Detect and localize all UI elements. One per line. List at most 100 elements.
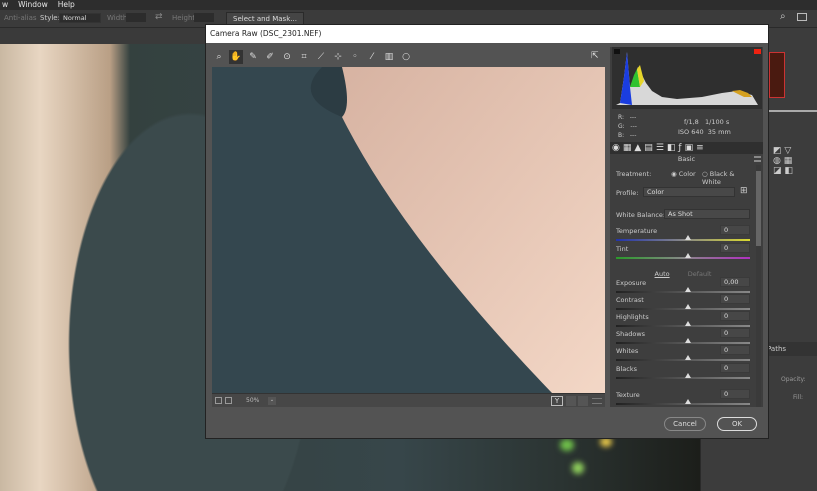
profile-browser-icon[interactable]: ⊞ xyxy=(740,186,748,196)
adjustments-icons[interactable]: ◩ ▽ ◍ ▦ ◪ ◧ xyxy=(773,146,793,176)
targeted-adjustment-icon[interactable]: ⊙ xyxy=(280,50,294,64)
swap-icon[interactable]: ⇄ xyxy=(155,12,163,22)
zoom-in-button[interactable] xyxy=(225,397,232,404)
shadow-clipping-icon[interactable] xyxy=(614,49,620,54)
adjustment-brush-icon[interactable]: ⁄ xyxy=(365,50,379,64)
slider-value-input[interactable]: 0 xyxy=(720,294,750,304)
slider-track[interactable] xyxy=(616,399,750,405)
spot-removal-icon[interactable]: ⊹ xyxy=(331,50,345,64)
slider-track[interactable] xyxy=(616,338,750,344)
opacity-label: Opacity: xyxy=(781,376,806,383)
cancel-button[interactable]: Cancel xyxy=(664,417,706,431)
slider-thumb[interactable] xyxy=(685,235,691,240)
slider-track[interactable] xyxy=(616,373,750,379)
tab-split-toning-icon[interactable]: ☰ xyxy=(656,143,667,153)
slider-thumb[interactable] xyxy=(685,253,691,258)
red-eye-icon[interactable]: ◦ xyxy=(348,50,362,64)
menu-item[interactable]: w xyxy=(2,0,8,10)
copy-settings-button[interactable] xyxy=(578,396,588,406)
profile-label: Profile: xyxy=(616,189,639,197)
bokeh-light xyxy=(572,462,584,474)
r-label: R: xyxy=(618,114,625,121)
slider-label: Shadows xyxy=(616,330,646,338)
color-sampler-icon[interactable]: ✐ xyxy=(263,50,277,64)
slider-row-temperature: Temperature 0 xyxy=(616,225,750,235)
zoom-level[interactable]: 50% xyxy=(246,397,259,404)
image-preview[interactable] xyxy=(212,67,605,393)
search-icon[interactable]: ⌕ xyxy=(780,11,786,22)
tab-calibration-icon[interactable]: ▣ xyxy=(685,143,697,153)
slider-thumb[interactable] xyxy=(685,338,691,343)
toolbar: ⌕ ✋ ✎ ✐ ⊙ ⌗ ⟋ ⊹ ◦ ⁄ ▥ ○ xyxy=(212,47,604,67)
tab-basic-icon[interactable]: ◉ xyxy=(612,143,623,153)
preview-footer: 50% ⌄ Y xyxy=(212,393,605,407)
zoom-dropdown-chevron-icon[interactable]: ⌄ xyxy=(268,397,276,405)
hand-tool-icon[interactable]: ✋ xyxy=(229,50,243,64)
slider-track[interactable] xyxy=(616,304,750,310)
slider-value-input[interactable]: 0,00 xyxy=(720,277,750,287)
default-link[interactable]: Default xyxy=(688,270,712,278)
preview-preferences-icon[interactable] xyxy=(592,398,602,404)
treatment-bw-label: Black & White xyxy=(702,170,735,186)
tab-tone-curve-icon[interactable]: ▦ xyxy=(623,143,635,153)
width-input[interactable] xyxy=(126,13,146,22)
slider-value-input[interactable]: 0 xyxy=(720,328,750,338)
slider-track[interactable] xyxy=(616,355,750,361)
panel-menu-icon[interactable] xyxy=(754,156,761,162)
slider-track[interactable] xyxy=(616,287,750,293)
iso: ISO 640 xyxy=(678,128,704,136)
slider-track[interactable] xyxy=(616,253,750,259)
slider-thumb[interactable] xyxy=(685,304,691,309)
slider-value-input[interactable]: 0 xyxy=(720,345,750,355)
profile-select[interactable]: Color xyxy=(643,187,735,197)
slider-value-input[interactable]: 0 xyxy=(720,389,750,399)
before-after-toggle[interactable]: Y xyxy=(551,396,563,406)
treatment-row: Treatment: ◉ Color ○ Black & White xyxy=(616,170,750,186)
straighten-tool-icon[interactable]: ⟋ xyxy=(314,50,328,64)
slider-thumb[interactable] xyxy=(685,321,691,326)
histogram-graph xyxy=(614,49,761,105)
paths-tab-bar: Paths xyxy=(765,342,817,356)
slider-thumb[interactable] xyxy=(685,355,691,360)
radial-filter-icon[interactable]: ○ xyxy=(399,50,413,64)
navigator-zoom-slider[interactable] xyxy=(769,110,817,112)
tab-detail-icon[interactable]: ▲ xyxy=(634,143,644,153)
slider-value-input[interactable]: 0 xyxy=(720,363,750,373)
slider-value-input[interactable]: 0 xyxy=(720,225,750,235)
slider-row-exposure: Exposure 0,00 xyxy=(616,277,750,287)
white-balance-row: White Balance: As Shot xyxy=(616,209,750,219)
slider-thumb[interactable] xyxy=(685,373,691,378)
zoom-tool-icon[interactable]: ⌕ xyxy=(212,50,226,64)
graduated-filter-icon[interactable]: ▥ xyxy=(382,50,396,64)
panel-scrollbar[interactable] xyxy=(756,165,761,407)
auto-link[interactable]: Auto xyxy=(655,270,670,278)
slider-value-input[interactable]: 0 xyxy=(720,311,750,321)
slider-row-shadows: Shadows 0 xyxy=(616,328,750,338)
highlight-clipping-icon[interactable] xyxy=(754,49,761,54)
crop-tool-icon[interactable]: ⌗ xyxy=(297,50,311,64)
swap-before-after-button[interactable] xyxy=(566,396,576,406)
white-balance-tool-icon[interactable]: ✎ xyxy=(246,50,260,64)
workspace-icon[interactable] xyxy=(797,13,807,21)
anti-alias-checkbox[interactable]: Anti-alias xyxy=(4,14,37,22)
camera-raw-dialog: Camera Raw (DSC_2301.NEF) ⌕ ✋ ✎ ✐ ⊙ ⌗ ⟋ … xyxy=(205,24,769,439)
white-balance-select[interactable]: As Shot xyxy=(664,209,750,219)
zoom-out-button[interactable] xyxy=(215,397,222,404)
treatment-bw-radio[interactable]: ○ Black & White xyxy=(702,170,750,186)
ok-button[interactable]: OK xyxy=(717,417,757,431)
fullscreen-toggle-icon[interactable]: ⇱ xyxy=(591,51,599,61)
treatment-color-radio[interactable]: ◉ Color xyxy=(671,170,696,178)
slider-track[interactable] xyxy=(616,235,750,241)
tab-paths[interactable]: Paths xyxy=(767,345,786,353)
menu-help[interactable]: Help xyxy=(58,0,75,10)
height-input[interactable] xyxy=(194,13,214,22)
tab-hsl-icon[interactable]: ▤ xyxy=(644,143,656,153)
tab-presets-icon[interactable]: ≡ xyxy=(696,143,707,153)
slider-value-input[interactable]: 0 xyxy=(720,243,750,253)
slider-track[interactable] xyxy=(616,321,750,327)
menu-window[interactable]: Window xyxy=(18,0,48,10)
tab-lens-icon[interactable]: ◧ xyxy=(667,143,679,153)
slider-thumb[interactable] xyxy=(685,399,691,404)
style-select[interactable]: Normal xyxy=(59,13,101,23)
slider-thumb[interactable] xyxy=(685,287,691,292)
